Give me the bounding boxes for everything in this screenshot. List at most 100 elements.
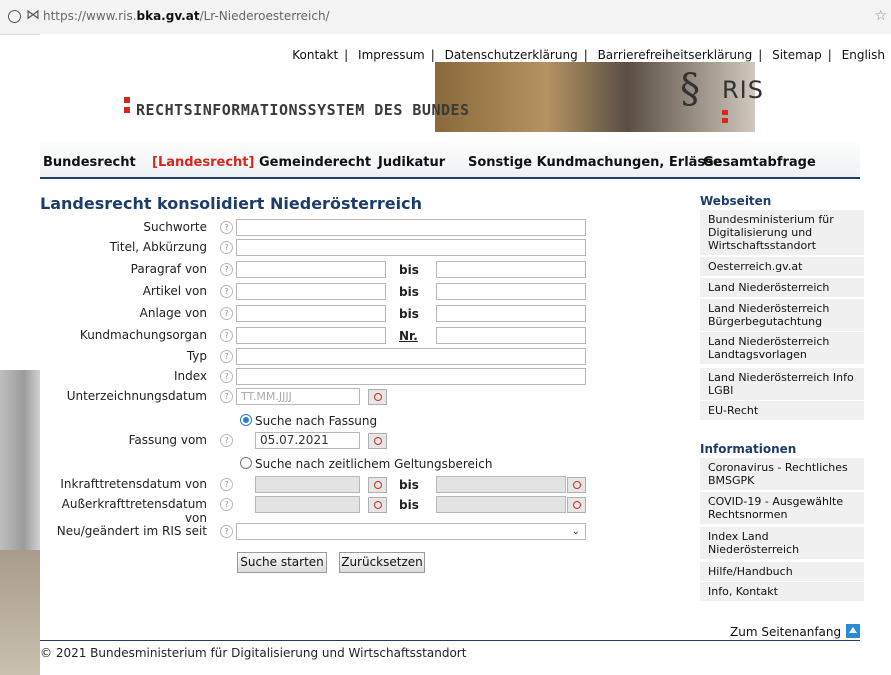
label-index: Index (173, 369, 207, 383)
sidebar-link[interactable]: Land Niederösterreich Landtagsvorlagen (700, 332, 864, 365)
sidebar-link[interactable]: Coronavirus - Rechtliches BMSGPK (700, 458, 864, 491)
ausserkraft-von-input[interactable] (255, 496, 360, 513)
nav-landesrecht[interactable]: [Landesrecht] (152, 155, 254, 170)
background-photo-strip (0, 370, 40, 675)
url-prefix: https://www.ris. (43, 9, 137, 23)
bookmark-star-icon[interactable]: ☆ (874, 8, 887, 24)
link-kontakt[interactable]: Kontakt (292, 48, 338, 62)
calendar-icon[interactable] (368, 497, 387, 513)
help-icon[interactable]: ? (220, 434, 233, 447)
help-icon[interactable]: ? (220, 390, 233, 403)
sidebar-link[interactable]: Land Niederösterreich (700, 278, 864, 298)
nav-judikatur[interactable]: Judikatur (378, 155, 445, 170)
help-icon[interactable]: ? (220, 307, 233, 320)
lock-icon: ⋈ (26, 7, 40, 23)
suchworte-input[interactable] (236, 219, 586, 236)
unterzeichnungsdatum-input[interactable]: TT.MM.JJJJ (236, 388, 360, 405)
help-icon[interactable]: ? (220, 221, 233, 234)
label-artikel: Artikel von (142, 284, 207, 298)
sidebar-link[interactable]: Info, Kontakt (700, 582, 864, 602)
label-bis: bis (399, 478, 419, 492)
help-icon[interactable]: ? (220, 350, 233, 363)
radio-suche-fassung[interactable]: Suche nach Fassung (240, 414, 377, 428)
radio-selected-icon (240, 414, 252, 426)
inkraft-bis-input[interactable] (436, 476, 566, 493)
label-ausserkraft: Außerkrafttretensdatum von (61, 497, 207, 525)
footer-copyright: © 2021 Bundesministerium für Digitalisie… (40, 646, 467, 660)
ris-wordmark: RIS (722, 76, 764, 104)
back-to-top-link[interactable]: Zum Seitenanfang (730, 624, 861, 639)
help-icon[interactable]: ? (220, 285, 233, 298)
calendar-icon[interactable] (368, 433, 387, 449)
nav-sonstige[interactable]: Sonstige Kundmachungen, Erlässe (468, 155, 722, 170)
artikel-bis-input[interactable] (436, 283, 586, 300)
reset-button[interactable]: Zurücksetzen (339, 552, 425, 573)
sidebar-link[interactable]: Land Niederösterreich Info LGBl (700, 368, 864, 401)
sidebar-link-label: Hilfe/Handbuch (708, 565, 793, 578)
link-impressum[interactable]: Impressum (358, 48, 425, 62)
label-neu-geaendert: Neu/geändert im RIS seit (56, 524, 207, 538)
label-titel: Titel, Abkürzung (109, 240, 207, 254)
reload-icon[interactable] (8, 10, 21, 23)
label-typ: Typ (186, 349, 207, 363)
logo-text: RECHTSINFORMATIONSSYSTEM DES BUNDES (136, 101, 470, 119)
calendar-icon[interactable] (567, 497, 586, 513)
search-button[interactable]: Suche starten (237, 552, 327, 573)
radio-unselected-icon (240, 457, 252, 469)
inkraft-von-input[interactable] (255, 476, 360, 493)
label-inkraft: Inkrafttretensdatum von (60, 477, 207, 491)
url-path: /Lr-Niederoesterreich/ (199, 9, 330, 23)
arrow-up-icon (846, 624, 861, 638)
sidebar-webseiten-title: Webseiten (700, 194, 772, 208)
anlage-von-input[interactable] (236, 305, 386, 322)
url-field[interactable]: https://www.ris.bka.gv.at/Lr-Niederoeste… (43, 9, 330, 23)
help-icon[interactable]: ? (220, 370, 233, 383)
neu-geaendert-select[interactable]: ⌄ (236, 523, 586, 540)
calendar-icon[interactable] (567, 477, 586, 493)
help-icon[interactable]: ? (220, 478, 233, 491)
help-icon[interactable]: ? (220, 329, 233, 342)
sidebar-link[interactable]: Hilfe/Handbuch (700, 562, 864, 582)
radio-suche-geltung[interactable]: Suche nach zeitlichem Geltungsbereich (240, 457, 492, 471)
back-to-top-label: Zum Seitenanfang (730, 625, 842, 639)
sidebar-link-label: Land Niederösterreich Bürgerbegutachtung (708, 302, 830, 328)
nav-gemeinderecht[interactable]: Gemeinderecht (259, 155, 371, 170)
chevron-down-icon: ⌄ (571, 526, 580, 537)
calendar-icon[interactable] (368, 389, 387, 405)
label-anlage: Anlage von (139, 306, 207, 320)
ausserkraft-bis-input[interactable] (436, 496, 566, 513)
anlage-bis-input[interactable] (436, 305, 586, 322)
help-icon[interactable]: ? (220, 498, 233, 511)
help-icon[interactable]: ? (220, 241, 233, 254)
nav-gesamtabfrage[interactable]: Gesamtabfrage (703, 155, 816, 170)
artikel-von-input[interactable] (236, 283, 386, 300)
nav-bundesrecht[interactable]: Bundesrecht (43, 155, 136, 170)
help-icon[interactable]: ? (220, 263, 233, 276)
nr-input[interactable] (436, 327, 586, 344)
sidebar-link[interactable]: Bundesministerium für Digitalisierung un… (700, 210, 864, 256)
paragraf-bis-input[interactable] (436, 261, 586, 278)
ris-dots-icon (722, 110, 728, 126)
sidebar-link[interactable]: Oesterreich.gv.at (700, 257, 864, 277)
typ-input[interactable] (236, 348, 586, 365)
help-icon[interactable]: ? (220, 525, 233, 538)
link-datenschutz[interactable]: Datenschutzerklärung (445, 48, 578, 62)
index-input[interactable] (236, 368, 586, 385)
paragraf-von-input[interactable] (236, 261, 386, 278)
sidebar-link[interactable]: EU-Recht (700, 401, 864, 421)
sidebar-link-label: Land Niederösterreich Landtagsvorlagen (708, 335, 830, 361)
calendar-icon[interactable] (368, 477, 387, 493)
link-barrierefreiheit[interactable]: Barrierefreiheitserklärung (598, 48, 753, 62)
label-bis: bis (399, 285, 419, 299)
link-english[interactable]: English (842, 48, 885, 62)
label-bis: bis (399, 263, 419, 277)
kundmachungsorgan-input[interactable] (236, 327, 386, 344)
sidebar-link[interactable]: COVID-19 - Ausgewählte Rechtsnormen (700, 492, 864, 525)
header-banner-image (435, 62, 755, 132)
link-sitemap[interactable]: Sitemap (772, 48, 822, 62)
label-bis: bis (399, 498, 419, 512)
fassung-vom-input[interactable]: 05.07.2021 (255, 432, 360, 449)
titel-input[interactable] (236, 239, 586, 256)
sidebar-link[interactable]: Index Land Niederösterreich (700, 527, 864, 560)
sidebar-link[interactable]: Land Niederösterreich Bürgerbegutachtung (700, 299, 864, 332)
